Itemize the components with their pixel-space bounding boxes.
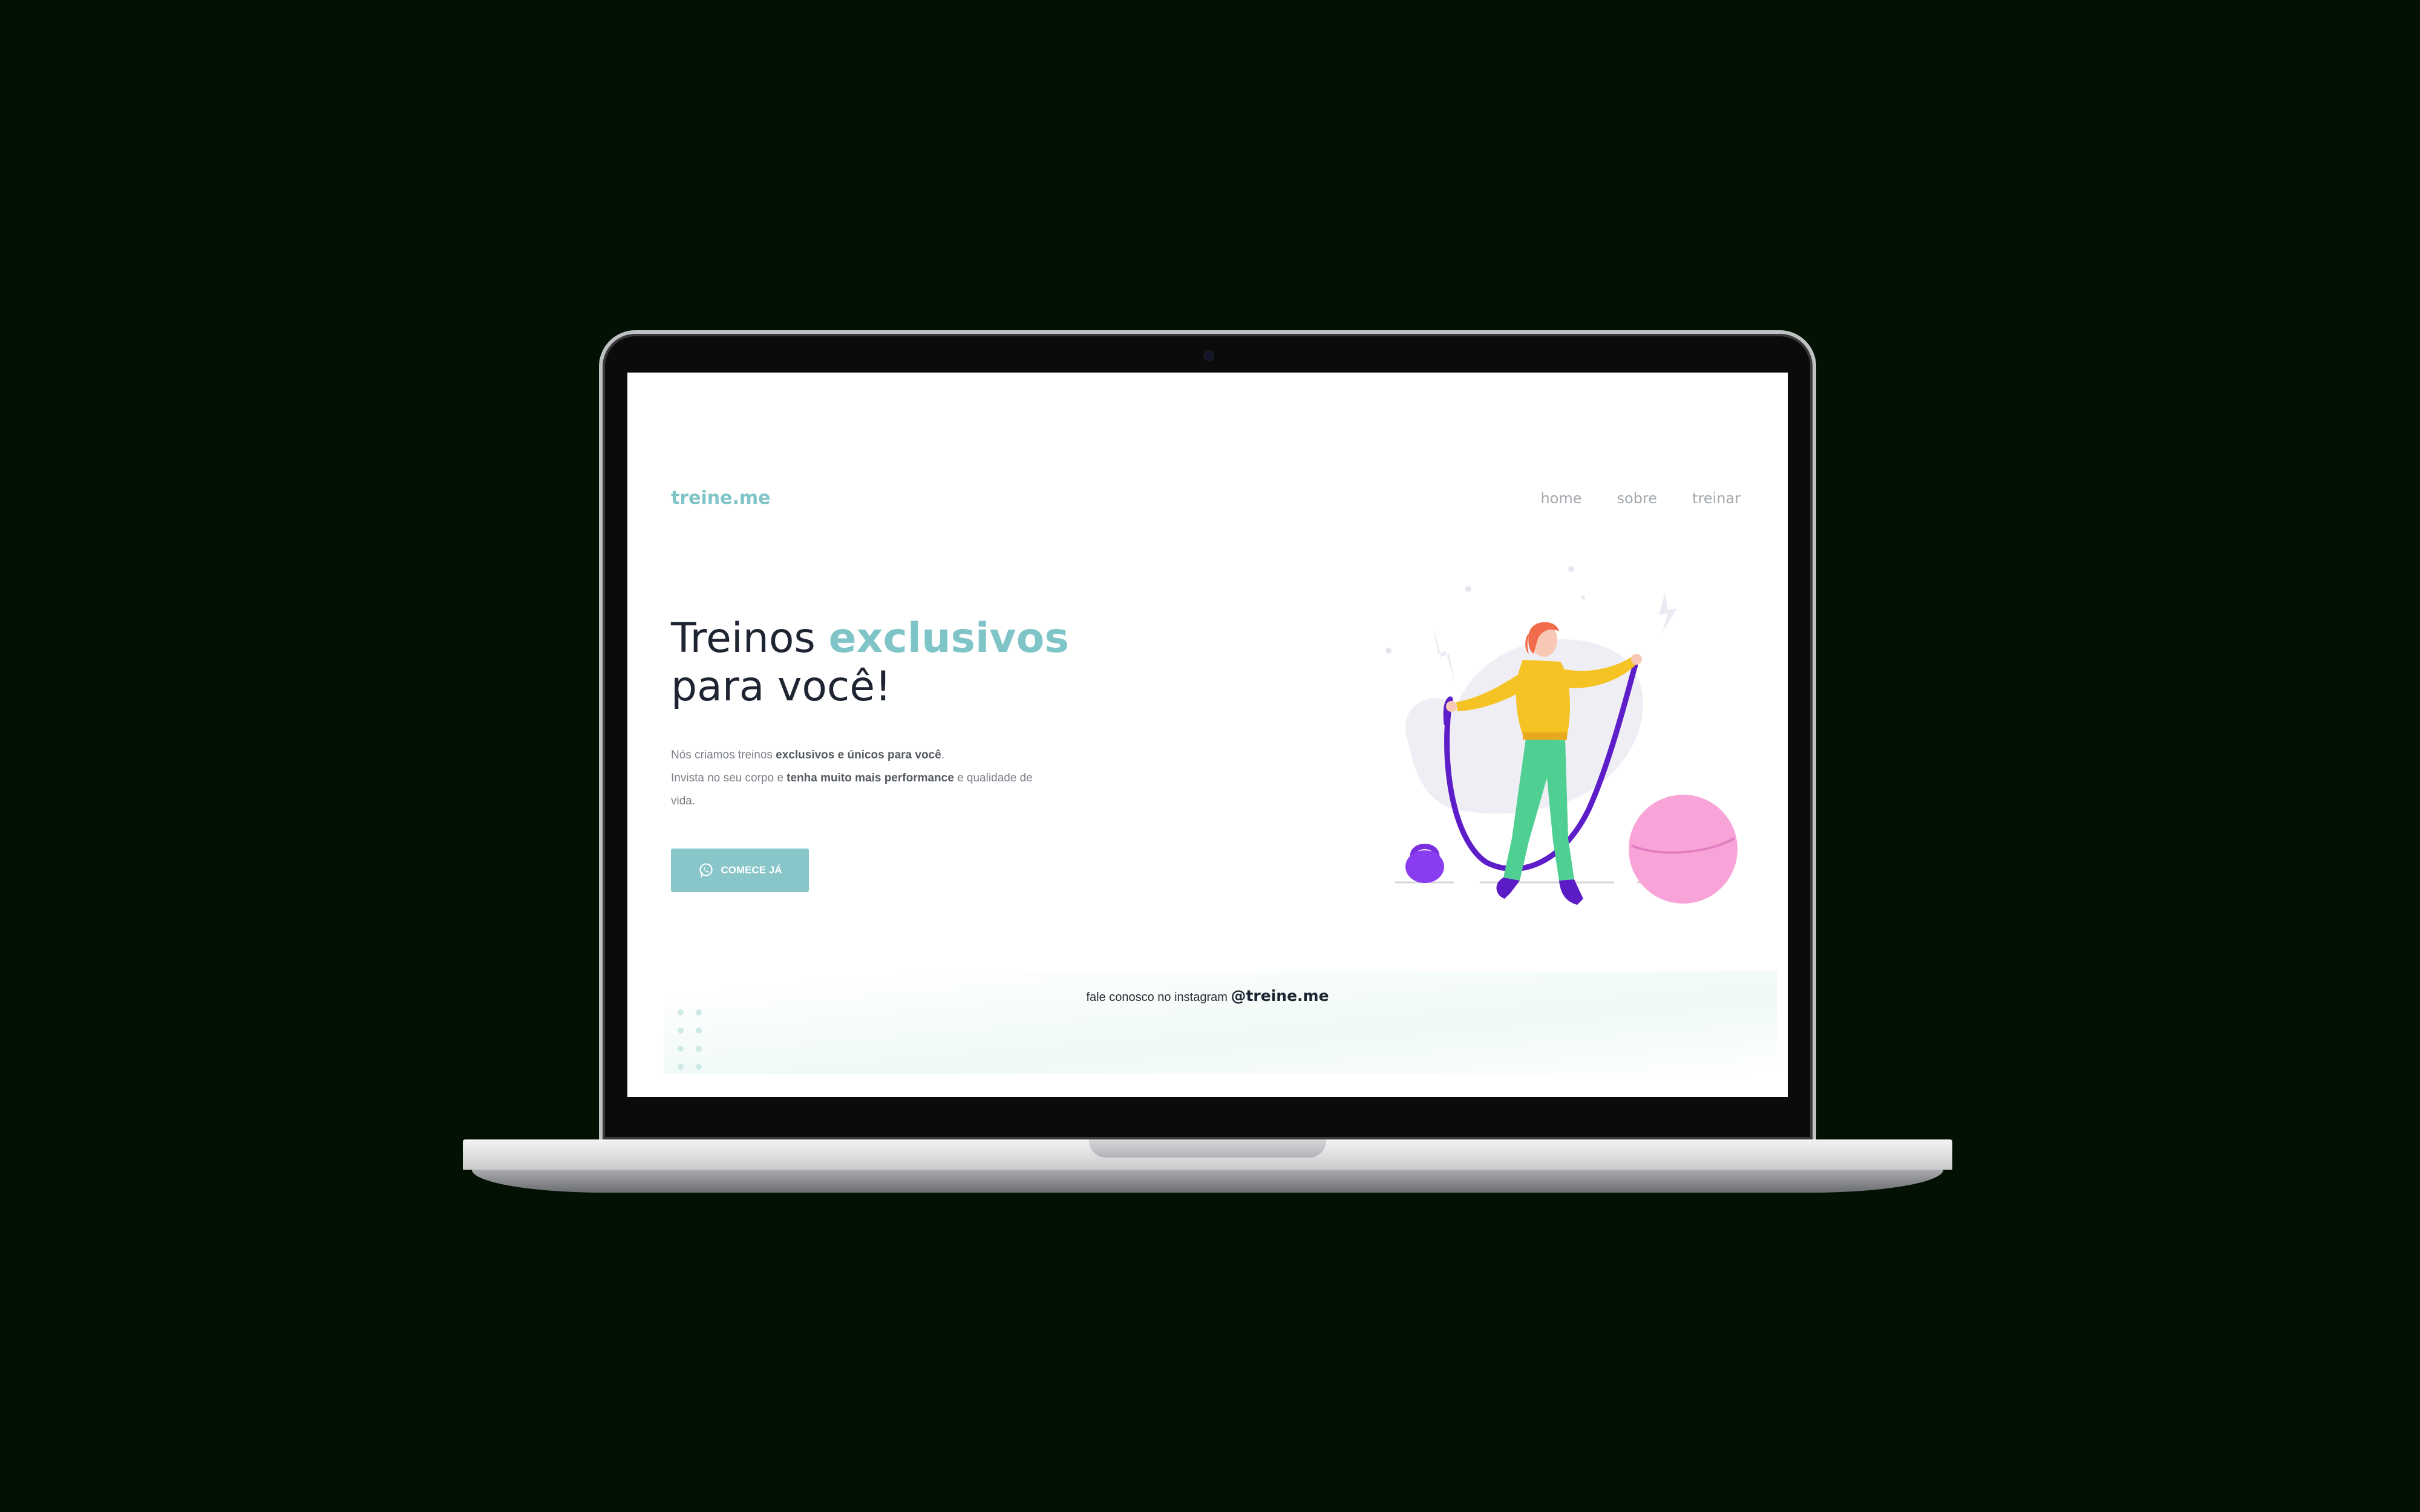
hero-title-plain: Treinos <box>671 614 829 662</box>
footer-text: fale conosco no instagram <box>1086 991 1231 1004</box>
hero-title-accent: exclusivos <box>828 614 1069 662</box>
whatsapp-icon <box>699 863 713 878</box>
desc-bold-1: exclusivos e únicos para você <box>776 749 941 761</box>
site-logo[interactable]: treine.me <box>671 487 770 509</box>
desc-text-2: Invista no seu corpo e <box>671 772 787 784</box>
instagram-handle[interactable]: @treine.me <box>1231 987 1329 1005</box>
browser-screen: treine.me home sobre treinar Treinos exc… <box>627 373 1788 1097</box>
main-nav: home sobre treinar <box>1540 490 1741 507</box>
start-now-label: COMECE JÁ <box>721 864 782 876</box>
jump-rope-illustration <box>1385 566 1738 905</box>
hero-title: Treinos exclusivos para você! <box>671 614 1155 711</box>
nav-sobre[interactable]: sobre <box>1617 490 1658 507</box>
desc-end-1: . <box>941 749 944 761</box>
hero-description: Nós criamos treinos exclusivos e únicos … <box>671 744 1046 813</box>
hero-title-line2: para você! <box>671 663 892 711</box>
lightning-left <box>1433 627 1455 681</box>
dots-decoration <box>678 1009 702 1070</box>
footer-contact: fale conosco no instagram @treine.me <box>627 987 1788 1005</box>
nav-home[interactable]: home <box>1540 490 1581 507</box>
start-now-button[interactable]: COMECE JÁ <box>671 849 809 892</box>
laptop-notch <box>1089 1139 1326 1158</box>
camera-icon <box>1205 351 1213 360</box>
lightning-right <box>1659 593 1677 633</box>
laptop-base-bottom <box>472 1170 1943 1193</box>
nav-treinar[interactable]: treinar <box>1692 490 1741 507</box>
desc-bold-2: tenha muito mais performance <box>786 772 954 784</box>
desc-text-1: Nós criamos treinos <box>671 749 776 761</box>
